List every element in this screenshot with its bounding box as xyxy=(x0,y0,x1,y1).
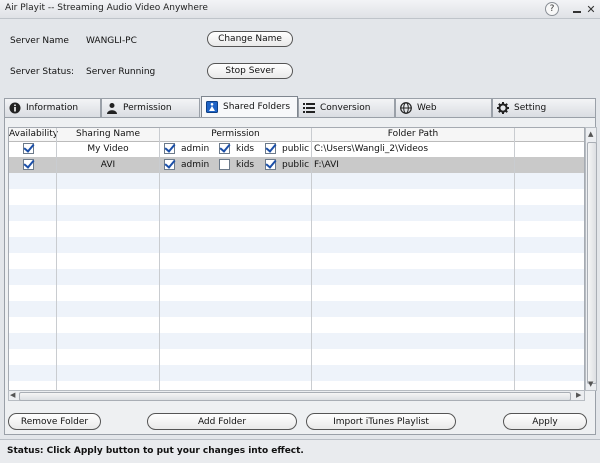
public-label: public xyxy=(282,160,310,170)
folder-path-cell: F:\AVI xyxy=(314,160,339,170)
public-checkbox[interactable] xyxy=(265,143,276,154)
horizontal-scroll-thumb[interactable] xyxy=(19,392,571,401)
kids-checkbox[interactable] xyxy=(219,143,230,154)
server-status-label: Server Status: xyxy=(10,67,75,77)
column-divider xyxy=(159,128,160,390)
empty-row xyxy=(9,237,584,253)
close-button[interactable]: ✕ xyxy=(584,2,598,16)
change-name-button[interactable]: Change Name xyxy=(207,31,293,47)
add-folder-button[interactable]: Add Folder xyxy=(147,413,297,430)
close-icon: ✕ xyxy=(586,2,596,16)
tab-web[interactable]: Web xyxy=(395,98,492,117)
empty-row xyxy=(9,333,584,349)
header-folder-path[interactable]: Folder Path xyxy=(312,128,514,141)
vertical-scroll-thumb[interactable] xyxy=(587,142,597,384)
status-bar: Status: Click Apply button to put your c… xyxy=(0,439,600,463)
empty-row xyxy=(9,173,584,189)
import-itunes-playlist-button[interactable]: Import iTunes Playlist xyxy=(306,413,456,430)
scroll-left-icon[interactable]: ◀ xyxy=(10,391,15,399)
folder-share-icon xyxy=(206,101,218,113)
tab-conversion[interactable]: Conversion xyxy=(298,98,395,117)
remove-folder-button[interactable]: Remove Folder xyxy=(8,413,101,430)
empty-row xyxy=(9,269,584,285)
stop-server-button[interactable]: Stop Sever xyxy=(207,63,293,79)
kids-checkbox[interactable] xyxy=(219,159,230,170)
window-title: Air Playit -- Streaming Audio Video Anyw… xyxy=(5,3,208,13)
tab-setting[interactable]: Setting xyxy=(492,98,596,117)
kids-label: kids xyxy=(236,160,255,170)
title-bar: Air Playit -- Streaming Audio Video Anyw… xyxy=(0,0,600,19)
header-permission[interactable]: Permission xyxy=(160,128,311,141)
scroll-up-icon[interactable]: ▲ xyxy=(588,130,593,138)
table-header: Availability Sharing Name Permission Fol… xyxy=(9,128,584,142)
minimize-button[interactable] xyxy=(570,2,584,16)
tab-information-label: Information xyxy=(26,103,79,113)
admin-label: admin xyxy=(181,160,210,170)
shared-folders-table: Availability Sharing Name Permission Fol… xyxy=(8,127,585,391)
header-sharing-name[interactable]: Sharing Name xyxy=(57,128,159,141)
scroll-down-icon[interactable]: ▼ xyxy=(588,380,593,388)
public-label: public xyxy=(282,144,310,154)
sharing-name-cell: AVI xyxy=(100,160,116,170)
empty-row xyxy=(9,365,584,381)
folder-path-cell: C:\Users\Wangli_2\Videos xyxy=(314,144,429,154)
tab-setting-label: Setting xyxy=(514,103,547,113)
empty-row xyxy=(9,301,584,317)
public-checkbox[interactable] xyxy=(265,159,276,170)
column-divider xyxy=(514,128,515,390)
server-status-value: Server Running xyxy=(86,67,156,77)
empty-row xyxy=(9,205,584,221)
horizontal-scrollbar[interactable]: ◀ ▶ xyxy=(8,390,585,401)
help-icon: ? xyxy=(549,4,555,14)
tab-permission-label: Permission xyxy=(123,103,172,113)
column-divider xyxy=(56,128,57,390)
app-window: Air Playit -- Streaming Audio Video Anyw… xyxy=(0,0,600,463)
scroll-right-icon[interactable]: ▶ xyxy=(576,391,581,399)
kids-label: kids xyxy=(236,144,255,154)
list-icon xyxy=(303,102,315,114)
tab-shared-folders[interactable]: Shared Folders xyxy=(201,96,298,117)
tab-bar: Information Permission Shared Folders Co… xyxy=(4,96,596,118)
tab-information[interactable]: Information xyxy=(4,98,101,117)
vertical-scrollbar[interactable]: ▲ ▼ xyxy=(585,127,597,391)
info-icon xyxy=(9,102,21,114)
server-name-value: WANGLI-PC xyxy=(86,36,137,46)
tab-permission[interactable]: Permission xyxy=(101,98,200,117)
help-button[interactable]: ? xyxy=(545,2,559,16)
admin-label: admin xyxy=(181,144,210,154)
server-name-label: Server Name xyxy=(10,36,69,46)
table-row[interactable]: My Video admin kids public C:\Users\Wang… xyxy=(9,141,584,157)
availability-checkbox[interactable] xyxy=(23,143,34,154)
sharing-name-cell: My Video xyxy=(87,144,129,154)
column-divider xyxy=(311,128,312,390)
globe-icon xyxy=(400,102,412,114)
availability-checkbox[interactable] xyxy=(23,159,34,170)
header-availability[interactable]: Availability xyxy=(9,128,58,141)
admin-checkbox[interactable] xyxy=(164,159,175,170)
tab-web-label: Web xyxy=(417,103,437,113)
apply-button[interactable]: Apply xyxy=(503,413,587,430)
table-row[interactable]: AVI admin kids public F:\AVI xyxy=(9,157,584,173)
gear-icon xyxy=(497,102,509,114)
admin-checkbox[interactable] xyxy=(164,143,175,154)
person-icon xyxy=(106,102,118,114)
tab-conversion-label: Conversion xyxy=(320,103,371,113)
tab-shared-folders-label: Shared Folders xyxy=(223,102,291,112)
